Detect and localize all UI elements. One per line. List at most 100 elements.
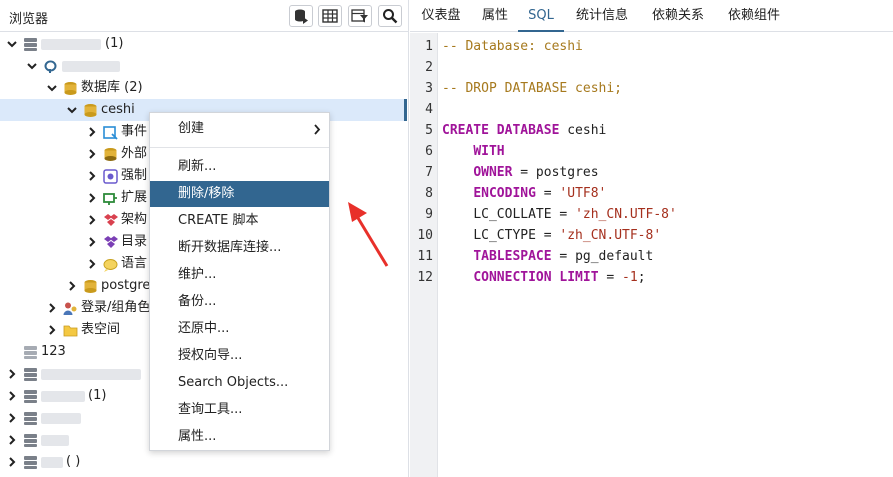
sql-text: = xyxy=(535,186,560,201)
sql-string: 'zh_CN.UTF-8' xyxy=(575,207,677,222)
policy-icon xyxy=(103,169,118,184)
tree-item-label: 表空间 xyxy=(81,322,121,337)
menu-item-label: 断开数据库连接... xyxy=(178,240,282,255)
server-group-icon xyxy=(24,390,37,403)
sql-text: LC_COLLATE = xyxy=(473,207,576,222)
menu-item-delete[interactable]: 删除/移除 xyxy=(150,181,329,207)
view-data-button[interactable] xyxy=(318,5,342,27)
menu-item-label: 属性... xyxy=(178,429,217,444)
chevron-right-icon xyxy=(9,435,16,445)
tab-dashboard[interactable]: 仪表盘 xyxy=(410,0,472,32)
line-number: 3 xyxy=(425,81,433,96)
server-group-icon xyxy=(24,434,37,447)
redacted-text xyxy=(41,435,69,446)
sql-text: = postgres xyxy=(512,165,599,180)
line-number: 5 xyxy=(425,123,433,138)
filter-table-icon xyxy=(351,9,368,23)
filtered-rows-button[interactable] xyxy=(348,5,372,27)
menu-item-label: CREATE 脚本 xyxy=(178,213,259,228)
sql-string: 'UTF8' xyxy=(559,186,607,201)
sql-string: 'zh_CN.UTF-8' xyxy=(559,228,662,243)
menu-item-backup[interactable]: 备份... xyxy=(150,289,329,315)
chevron-right-icon xyxy=(89,127,96,137)
tree-item-count: ( ) xyxy=(66,454,81,469)
chevron-right-icon xyxy=(89,215,96,225)
search-icon xyxy=(383,9,398,24)
tree-item-count: (1) xyxy=(88,388,107,403)
tab-statistics[interactable]: 统计信息 xyxy=(564,0,640,32)
line-number: 7 xyxy=(425,165,433,180)
menu-item-restore[interactable]: 还原中... xyxy=(150,316,329,342)
menu-item-search-objects[interactable]: Search Objects... xyxy=(150,370,329,396)
tree-item-databases[interactable]: 数据库 (2) xyxy=(0,77,407,99)
sql-number: -1 xyxy=(622,270,638,285)
redacted-text xyxy=(41,369,141,380)
chevron-down-icon xyxy=(7,41,17,48)
menu-divider xyxy=(150,147,329,148)
query-tool-button[interactable] xyxy=(289,5,313,27)
tree-item-server-group-last[interactable]: ( ) xyxy=(0,451,407,473)
server-group-icon xyxy=(24,368,37,381)
tree-item-label: 架构 xyxy=(121,212,148,227)
menu-item-label: 备份... xyxy=(178,294,217,309)
line-number: 12 xyxy=(417,270,433,285)
menu-item-label: 查询工具... xyxy=(178,402,243,417)
foreign-data-wrapper-icon xyxy=(104,148,117,161)
menu-item-create-script[interactable]: CREATE 脚本 xyxy=(150,208,329,234)
table-icon xyxy=(322,9,338,23)
tree-item-label: 外部 xyxy=(121,146,148,161)
code-line: WITH xyxy=(442,141,505,162)
search-objects-button[interactable] xyxy=(378,5,402,27)
chevron-down-icon xyxy=(47,85,57,92)
sql-comment: -- Database: ceshi xyxy=(442,39,583,54)
code-line: ENCODING = 'UTF8' xyxy=(442,183,606,204)
menu-item-query-tool[interactable]: 查询工具... xyxy=(150,397,329,423)
sql-text: = pg_default xyxy=(551,249,654,264)
context-menu: 创建 刷新... 删除/移除 CREATE 脚本 断开数据库连接... 维护..… xyxy=(149,112,330,451)
language-icon xyxy=(103,259,118,272)
redacted-text xyxy=(41,391,85,402)
menu-item-label: 创建 xyxy=(178,121,205,136)
tree-item-server-group[interactable]: (1) xyxy=(0,33,407,55)
menu-item-properties[interactable]: 属性... xyxy=(150,424,329,450)
server-group-icon xyxy=(24,456,37,469)
chevron-right-icon xyxy=(9,457,16,467)
tree-item-label: 登录/组角色 xyxy=(81,300,151,315)
tree-item-server[interactable] xyxy=(0,55,407,77)
menu-item-label: 维护... xyxy=(178,267,217,282)
schema-icon xyxy=(104,214,118,226)
tab-properties[interactable]: 属性 xyxy=(472,0,518,32)
sql-keyword: WITH xyxy=(473,144,505,159)
menu-item-grant-wizard[interactable]: 授权向导... xyxy=(150,343,329,369)
menu-item-label: 还原中... xyxy=(178,321,230,336)
menu-item-create[interactable]: 创建 xyxy=(150,116,329,142)
tree-item-count: (1) xyxy=(105,36,124,51)
menu-item-maintenance[interactable]: 维护... xyxy=(150,262,329,288)
code-line: CREATE DATABASE ceshi xyxy=(442,120,606,141)
chevron-right-icon xyxy=(89,149,96,159)
menu-item-disconnect[interactable]: 断开数据库连接... xyxy=(150,235,329,261)
menu-item-label: 删除/移除 xyxy=(178,186,235,201)
line-number: 4 xyxy=(425,102,433,117)
menu-item-label: Search Objects... xyxy=(178,375,289,390)
line-number: 8 xyxy=(425,186,433,201)
sql-text: = xyxy=(598,270,623,285)
tab-sql[interactable]: SQL xyxy=(518,0,564,32)
tree-item-label: 语言 xyxy=(121,256,148,271)
sql-keyword: OWNER xyxy=(473,165,513,180)
code-line: CONNECTION LIMIT = -1; xyxy=(442,267,645,288)
login-role-icon xyxy=(63,302,77,315)
menu-item-refresh[interactable]: 刷新... xyxy=(150,154,329,180)
tab-dependents[interactable]: 依赖组件 xyxy=(716,0,792,32)
redacted-text xyxy=(62,61,120,72)
code-line: OWNER = postgres xyxy=(442,162,599,183)
extension-icon xyxy=(103,193,117,205)
browser-header: 浏览器 xyxy=(0,0,409,32)
tree-item-label: 强制 xyxy=(121,168,148,183)
line-number: 6 xyxy=(425,144,433,159)
tree-item-label: 目录 xyxy=(121,234,148,249)
sql-comment: -- DROP DATABASE ceshi; xyxy=(442,81,623,96)
tab-dependencies[interactable]: 依赖关系 xyxy=(640,0,716,32)
menu-item-label: 授权向导... xyxy=(178,348,243,363)
code-line: -- Database: ceshi xyxy=(442,36,583,57)
